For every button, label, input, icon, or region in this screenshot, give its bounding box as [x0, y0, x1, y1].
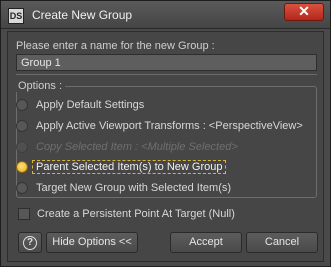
- help-button[interactable]: ?: [18, 232, 42, 253]
- close-button[interactable]: ✕: [284, 3, 324, 21]
- option-label: Copy Selected Item : <Multiple Selected>: [36, 141, 238, 153]
- option-label: Apply Active Viewport Transforms : <Pers…: [36, 120, 303, 132]
- radio-button: [16, 141, 28, 153]
- option-label: Apply Default Settings: [36, 99, 145, 111]
- divider: [16, 74, 317, 75]
- option-copy-selected-item: Copy Selected Item : <Multiple Selected>: [16, 139, 238, 155]
- group-name-label: Please enter a name for the new Group :: [16, 40, 215, 52]
- option-label: Parent Selected Item(s) to New Group: [32, 160, 227, 174]
- option-target-new-group[interactable]: Target New Group with Selected Item(s): [16, 180, 231, 196]
- radio-button-selected[interactable]: [16, 161, 28, 173]
- help-icon: ?: [23, 236, 37, 250]
- option-label: Target New Group with Selected Item(s): [36, 182, 232, 194]
- option-apply-viewport-transforms[interactable]: Apply Active Viewport Transforms : <Pers…: [16, 118, 303, 134]
- dialog-window: DS Create New Group ✕ Please enter a nam…: [0, 0, 331, 267]
- persistent-point-option[interactable]: Create a Persistent Point At Target (Nul…: [18, 208, 235, 220]
- hide-options-button[interactable]: Hide Options <<: [46, 232, 138, 253]
- options-label: Options :: [15, 80, 66, 92]
- app-logo-icon: DS: [8, 8, 24, 24]
- radio-button[interactable]: [16, 182, 28, 194]
- window-title: Create New Group: [32, 8, 133, 22]
- dialog-body: Please enter a name for the new Group : …: [7, 31, 324, 262]
- group-name-input[interactable]: [16, 54, 317, 71]
- cancel-button[interactable]: Cancel: [246, 232, 318, 253]
- option-apply-default-settings[interactable]: Apply Default Settings: [16, 97, 144, 113]
- title-bar[interactable]: DS Create New Group ✕: [1, 1, 330, 29]
- radio-button[interactable]: [16, 120, 28, 132]
- accept-button[interactable]: Accept: [170, 232, 242, 253]
- persistent-point-checkbox[interactable]: [18, 208, 30, 220]
- radio-button[interactable]: [16, 99, 28, 111]
- option-parent-selected-items[interactable]: Parent Selected Item(s) to New Group: [16, 159, 227, 175]
- checkbox-label: Create a Persistent Point At Target (Nul…: [37, 208, 235, 220]
